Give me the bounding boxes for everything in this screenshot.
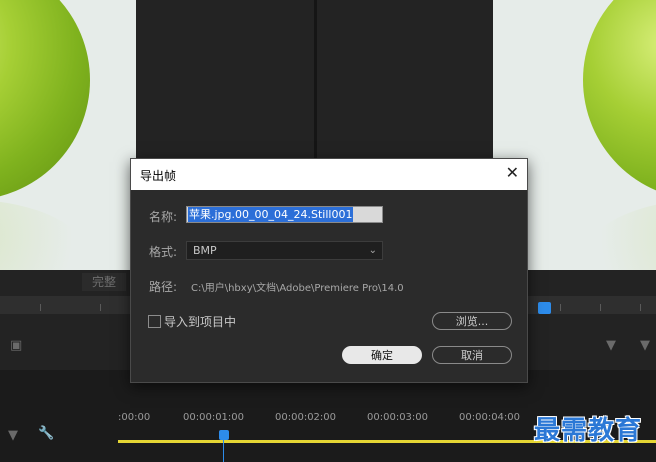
apple-image (0, 0, 90, 200)
name-input-value: 苹果.jpg.00_00_04_24.Still001 (188, 207, 354, 222)
timecode-label: 00:00:04:00 (459, 412, 521, 423)
path-label: 路径: (149, 280, 178, 294)
dialog-title: 导出帧 (140, 169, 177, 183)
playhead-line (223, 440, 224, 462)
watermark-logo: 最需教育 (534, 416, 643, 446)
ruler-tick (100, 304, 101, 311)
ok-button[interactable]: 确定 (342, 346, 422, 364)
path-value: C:\用户\hbxy\文档\Adobe\Premiere Pro\14.0 (191, 283, 404, 294)
dialog-titlebar[interactable]: 导出帧 ✕ (131, 159, 527, 190)
cancel-button[interactable]: 取消 (432, 346, 512, 364)
ruler-tick (600, 304, 601, 311)
marker-icon[interactable]: ▼ (606, 338, 616, 353)
import-into-project-label[interactable]: 导入到项目中 (164, 313, 236, 330)
timecode-label: 00:00:03:00 (367, 412, 429, 423)
ruler-tick (640, 304, 641, 311)
timecode-label: 00:00:02:00 (275, 412, 337, 423)
ruler-tick (560, 304, 561, 311)
name-label: 名称: (149, 210, 178, 224)
apple-reflection (0, 200, 90, 270)
marker-icon[interactable]: ▼ (640, 338, 650, 353)
marker-icon[interactable]: ▼ (8, 428, 18, 443)
export-frame-dialog: 导出帧 ✕ 名称: 苹果.jpg.00_00_04_24.Still001 格式… (130, 158, 528, 383)
name-input[interactable]: 苹果.jpg.00_00_04_24.Still001 (186, 206, 383, 223)
format-select[interactable]: BMP ⌄ (186, 241, 383, 260)
wrench-icon[interactable]: 🔧 (38, 426, 54, 441)
format-label: 格式: (149, 245, 178, 259)
apple-reflection (583, 200, 656, 270)
ruler-tick (40, 304, 41, 311)
playhead-marker-icon[interactable] (538, 302, 551, 314)
close-icon[interactable]: ✕ (506, 163, 519, 182)
source-monitor-left (0, 0, 136, 270)
camera-icon[interactable]: ▣ (10, 338, 22, 353)
import-into-project-checkbox[interactable] (148, 315, 161, 328)
timecode-label: :00:00 (118, 412, 151, 423)
browse-button[interactable]: 浏览... (432, 312, 512, 330)
chevron-down-icon: ⌄ (368, 245, 377, 256)
apple-image (583, 0, 656, 200)
timeline-playhead[interactable] (219, 430, 229, 440)
zoom-level-dropdown[interactable]: 完整 (82, 273, 126, 291)
format-select-value: BMP (193, 244, 217, 257)
timecode-label: 00:00:01:00 (183, 412, 245, 423)
